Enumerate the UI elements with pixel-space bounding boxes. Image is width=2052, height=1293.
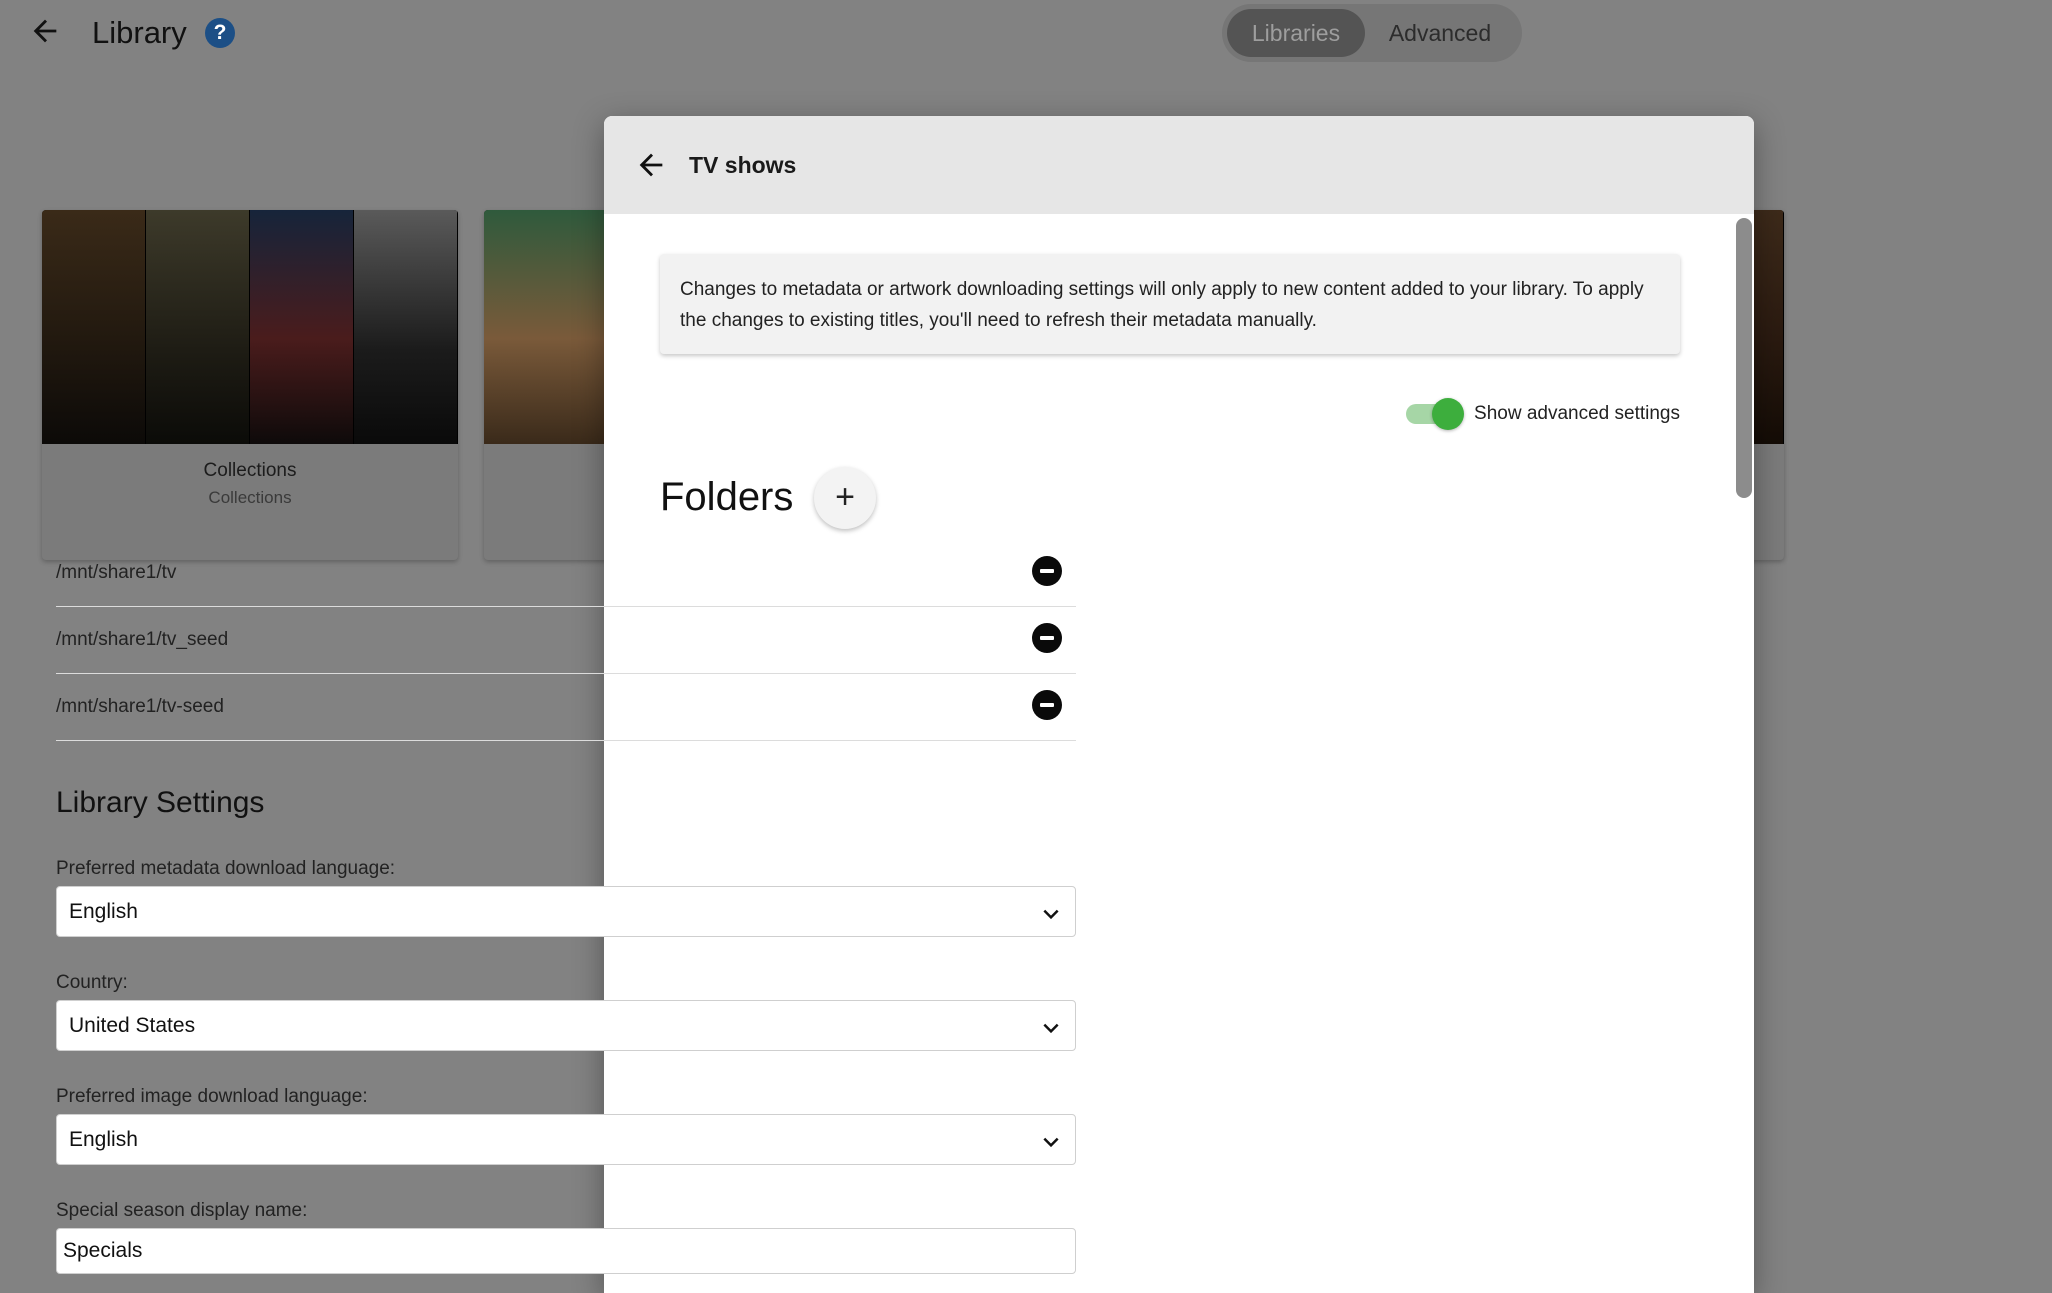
- select-value: English: [69, 900, 138, 923]
- library-card[interactable]: [484, 210, 614, 560]
- tab-switcher: Libraries Advanced: [1222, 4, 1522, 62]
- folder-item: /mnt/share1/tv-seed: [56, 674, 1076, 741]
- select-value: United States: [69, 1014, 196, 1037]
- image-language-select[interactable]: English: [56, 1114, 1076, 1165]
- poster-image: [42, 210, 146, 444]
- chevron-down-icon: [1043, 1023, 1059, 1034]
- dialog-title: TV shows: [689, 152, 797, 178]
- scrollbar[interactable]: [1734, 214, 1754, 1293]
- metadata-language-label: Preferred metadata download language:: [56, 858, 396, 879]
- scrollbar-thumb[interactable]: [1736, 218, 1752, 498]
- remove-folder-icon[interactable]: [1032, 623, 1062, 653]
- folder-item: /mnt/share1/tv_seed: [56, 607, 1076, 674]
- info-notice: Changes to metadata or artwork downloadi…: [660, 254, 1680, 354]
- poster-image: [354, 210, 458, 444]
- page-header: Library ? Libraries Advanced: [0, 0, 2052, 70]
- card-subtitle: Collections: [208, 488, 292, 507]
- image-language-label: Preferred image download language:: [56, 1086, 368, 1107]
- poster-image: [250, 210, 354, 444]
- metadata-language-select[interactable]: English: [56, 886, 1076, 937]
- card-title: Collections: [203, 460, 297, 481]
- folder-path: /mnt/share1/tv-seed: [56, 696, 224, 717]
- library-settings-heading: Library Settings: [56, 786, 265, 819]
- remove-folder-icon[interactable]: [1032, 690, 1062, 720]
- card-thumbnail: [484, 210, 614, 444]
- card-thumbnail: [42, 210, 458, 444]
- select-value: English: [69, 1128, 138, 1151]
- poster-image: [484, 210, 614, 444]
- folders-heading: Folders: [660, 475, 794, 519]
- arrow-left-icon[interactable]: [28, 14, 62, 48]
- toggle-knob: [1432, 398, 1465, 430]
- tab-advanced[interactable]: Advanced: [1370, 9, 1510, 57]
- add-folder-button[interactable]: +: [814, 467, 876, 529]
- folder-path: /mnt/share1/tv: [56, 562, 177, 583]
- help-icon[interactable]: ?: [205, 18, 235, 48]
- advanced-settings-toggle-row[interactable]: Show advanced settings: [1406, 394, 1680, 434]
- page-title: Library: [92, 15, 187, 50]
- dialog-header: TV shows: [604, 116, 1754, 214]
- advanced-settings-label: Show advanced settings: [1474, 403, 1680, 424]
- special-season-label: Special season display name:: [56, 1200, 308, 1221]
- poster-image: [146, 210, 250, 444]
- chevron-down-icon: [1043, 909, 1059, 920]
- arrow-left-icon[interactable]: [634, 148, 668, 182]
- folder-path: /mnt/share1/tv_seed: [56, 629, 229, 650]
- advanced-settings-toggle[interactable]: [1406, 398, 1465, 430]
- special-season-input[interactable]: [56, 1228, 1076, 1274]
- remove-folder-icon[interactable]: [1032, 556, 1062, 586]
- country-label: Country:: [56, 972, 128, 993]
- country-select[interactable]: United States: [56, 1000, 1076, 1051]
- tab-libraries[interactable]: Libraries: [1227, 9, 1365, 57]
- chevron-down-icon: [1043, 1137, 1059, 1148]
- folder-item: /mnt/share1/tv: [56, 540, 1076, 607]
- library-card-collections[interactable]: Collections Collections: [42, 210, 458, 560]
- folder-list: /mnt/share1/tv /mnt/share1/tv_seed /mnt/…: [56, 540, 1076, 741]
